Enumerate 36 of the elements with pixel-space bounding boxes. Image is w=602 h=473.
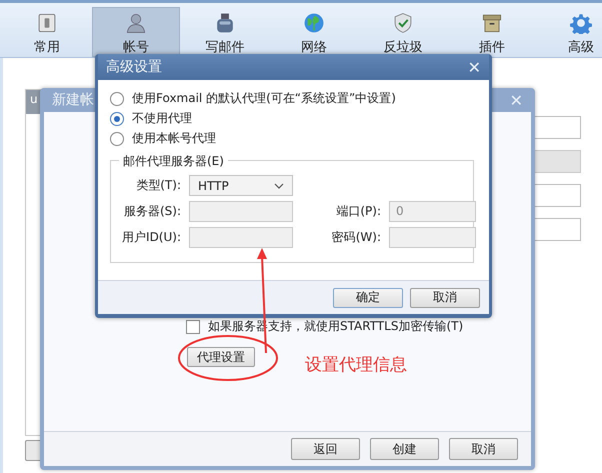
radio-button[interactable] bbox=[110, 132, 124, 146]
radio-label: 使用本帐号代理 bbox=[132, 130, 216, 147]
field-label: 用户ID(U): bbox=[121, 229, 181, 246]
box-icon bbox=[480, 12, 504, 34]
person-icon bbox=[124, 12, 148, 34]
radio-label: 不使用代理 bbox=[132, 110, 192, 127]
field-label: 密码(W): bbox=[330, 229, 381, 246]
dialog-title: 高级设置 bbox=[106, 58, 162, 76]
toolbar-tab[interactable]: 写邮件 bbox=[181, 7, 269, 57]
dialog-button[interactable]: 确定 bbox=[333, 288, 403, 308]
radio-label: 使用Foxmail 的默认代理(可在“系统设置”中设置) bbox=[132, 90, 396, 107]
field-label: 服务器(S): bbox=[122, 203, 181, 220]
proxy-settings-button[interactable]: 代理设置 bbox=[187, 347, 255, 367]
field-label: 类型(T): bbox=[135, 177, 181, 194]
close-icon[interactable]: ✕ bbox=[468, 58, 481, 76]
annotation-text: 设置代理信息 bbox=[305, 354, 407, 376]
toolbar-tab[interactable]: 帐号 bbox=[92, 7, 180, 57]
field-label: 端口(P): bbox=[335, 203, 381, 220]
type-dropdown[interactable]: HTTP bbox=[189, 175, 293, 196]
checkbox[interactable] bbox=[186, 320, 200, 334]
dialog-button[interactable]: 取消 bbox=[410, 288, 480, 308]
dialog-button[interactable]: 取消 bbox=[449, 438, 518, 460]
group-title: 邮件代理服务器(E) bbox=[119, 153, 228, 170]
dialog-title: 新建帐 bbox=[52, 91, 94, 109]
toolbar-tab[interactable]: 常用 bbox=[3, 7, 91, 57]
toolbar-tab[interactable]: 插件 bbox=[448, 7, 536, 57]
dialog-button[interactable]: 创建 bbox=[370, 438, 439, 460]
chevron-icon bbox=[274, 182, 284, 188]
toolbar-tab[interactable]: 高级 bbox=[537, 7, 602, 57]
toolbar-tab[interactable]: 反垃圾 bbox=[359, 7, 447, 57]
radio-button[interactable] bbox=[110, 92, 124, 106]
toolbar-tab[interactable]: 网络 bbox=[270, 7, 358, 57]
gear-icon bbox=[569, 12, 593, 34]
dialog-button[interactable]: 返回 bbox=[291, 438, 360, 460]
radio-button[interactable] bbox=[110, 112, 124, 126]
globe-icon bbox=[302, 12, 326, 34]
